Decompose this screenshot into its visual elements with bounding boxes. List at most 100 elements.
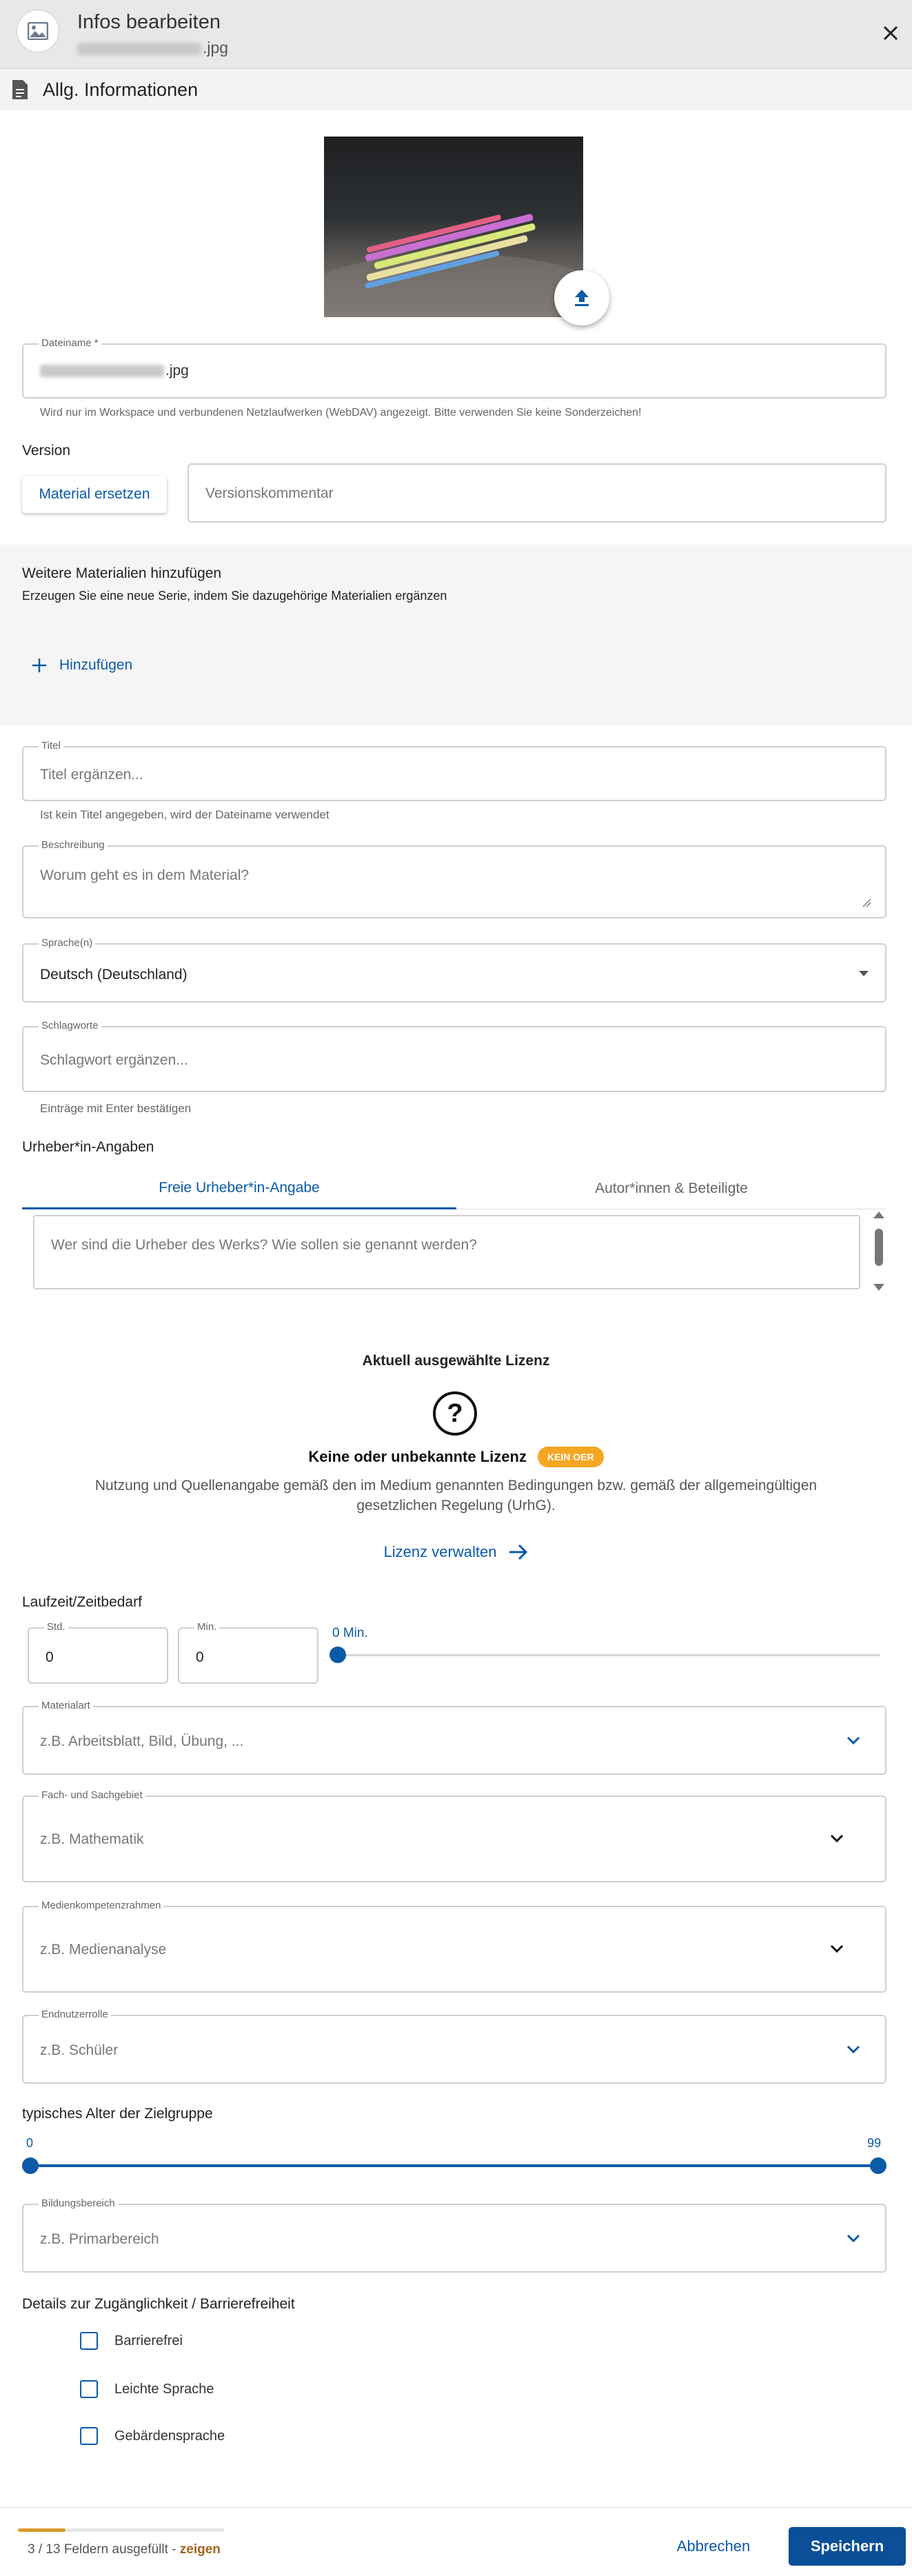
close-button[interactable]	[877, 19, 904, 47]
filename-hint: Wird nur im Workspace und verbundenen Ne…	[40, 407, 642, 419]
education-level-label: Bildungsbereich	[39, 2197, 118, 2209]
resize-handle-icon[interactable]	[862, 898, 871, 907]
checkbox-barrierefrei[interactable]: Barrierefrei	[80, 2332, 183, 2350]
checkbox-box[interactable]	[80, 2427, 98, 2445]
license-badge: KEIN OER	[537, 1447, 604, 1467]
minutes-input[interactable]: Min. 0	[178, 1621, 318, 1684]
accessibility-heading: Details zur Zugänglichkeit / Barrierefre…	[22, 2296, 295, 2312]
chevron-down-icon	[830, 1834, 844, 1842]
checkbox-label: Barrierefrei	[114, 2333, 183, 2348]
subject-label: Fach- und Sachgebiet	[39, 1789, 145, 1801]
upload-button[interactable]	[554, 270, 609, 325]
filename-input[interactable]: .jpg	[40, 363, 189, 379]
media-competence-label: Medienkompetenzrahmen	[39, 1900, 164, 1911]
document-icon	[12, 80, 28, 99]
keywords-label: Schlagworte	[39, 1020, 101, 1032]
checkbox-label: Gebärdensprache	[114, 2428, 225, 2444]
age-slider-max-handle[interactable]	[870, 2157, 886, 2174]
upload-icon	[575, 290, 589, 306]
progress-show-link[interactable]: zeigen	[180, 2542, 221, 2557]
end-user-role-label: Endnutzerrolle	[39, 2009, 111, 2020]
checkbox-box[interactable]	[80, 2380, 98, 2398]
author-heading: Urheber*in-Angaben	[22, 1139, 154, 1155]
keywords-hint: Einträge mit Enter bestätigen	[40, 1102, 192, 1115]
duration-heading: Laufzeit/Zeitbedarf	[22, 1594, 142, 1610]
license-description: Nutzung und Quellenangabe gemäß den im M…	[94, 1478, 818, 1514]
chevron-down-icon	[847, 1736, 860, 1744]
description-label: Beschreibung	[39, 839, 108, 851]
progress-text: 3 / 13 Feldern ausgefüllt - zeigen	[28, 2542, 221, 2557]
license-heading: Aktuell ausgewählte Lizenz	[362, 1353, 550, 1369]
tab-authors-contributors[interactable]: Autor*innen & Beteiligte	[456, 1168, 886, 1209]
age-max-label: 99	[867, 2136, 882, 2150]
version-heading: Version	[22, 443, 71, 459]
hours-input[interactable]: Std. 0	[28, 1621, 168, 1684]
close-icon	[883, 26, 898, 41]
material-type-label: Materialart	[39, 1700, 93, 1711]
age-slider-min-handle[interactable]	[22, 2157, 39, 2174]
education-level-placeholder: z.B. Primarbereich	[40, 2231, 159, 2247]
license-name-row: Keine oder unbekannte Lizenz KEIN OER	[0, 1447, 912, 1467]
title-hint: Ist kein Titel angegeben, wird der Datei…	[40, 808, 330, 821]
language-label: Sprache(n)	[39, 937, 96, 949]
manage-license-label: Lizenz verwalten	[383, 1543, 497, 1560]
manage-license-link[interactable]: Lizenz verwalten	[0, 1543, 912, 1561]
title-label: Titel	[39, 740, 63, 752]
age-slider-track[interactable]	[30, 2164, 880, 2167]
checkbox-gebaerdensprache[interactable]: Gebärdensprache	[80, 2427, 225, 2445]
caret-down-icon	[859, 971, 869, 976]
tab-authors-contributors-label: Autor*innen & Beteiligte	[595, 1180, 748, 1196]
scroll-down-icon	[873, 1284, 884, 1291]
media-competence-select[interactable]: Medienkompetenzrahmen z.B. Medienanalyse	[22, 1900, 886, 1993]
chevron-down-icon	[847, 2234, 860, 2242]
chevron-down-icon	[847, 2045, 860, 2053]
keywords-field[interactable]: Schlagworte Schlagwort ergänzen...	[22, 1020, 886, 1092]
add-material-button[interactable]: Hinzufügen	[32, 654, 132, 677]
section-title: Allg. Informationen	[43, 79, 199, 100]
tab-free-author[interactable]: Freie Urheber*in-Angabe	[22, 1168, 456, 1209]
replace-material-button[interactable]: Material ersetzen	[22, 476, 167, 513]
description-placeholder: Worum geht es in dem Material?	[40, 867, 250, 883]
question-icon: ?	[433, 1391, 477, 1436]
license-name: Keine oder unbekannte Lizenz	[308, 1448, 527, 1465]
scrollbar[interactable]	[873, 1211, 885, 1291]
duration-slider-track[interactable]	[338, 1654, 880, 1656]
cancel-button[interactable]: Abbrechen	[662, 2528, 765, 2564]
dialog-footer: 3 / 13 Feldern ausgefüllt - zeigen Abbre…	[0, 2507, 912, 2576]
title-placeholder: Titel ergänzen...	[40, 767, 143, 783]
end-user-role-select[interactable]: Endnutzerrolle z.B. Schüler	[22, 2009, 886, 2084]
dialog-header: Infos bearbeiten .jpg	[0, 0, 912, 69]
material-type-placeholder: z.B. Arbeitsblatt, Bild, Übung, ...	[40, 1733, 244, 1749]
subject-placeholder: z.B. Mathematik	[40, 1831, 144, 1847]
scroll-up-icon	[873, 1211, 884, 1218]
progress-track	[18, 2528, 225, 2532]
plus-icon	[32, 658, 46, 672]
section-header: Allg. Informationen	[0, 69, 912, 110]
age-min-label: 0	[26, 2136, 34, 2150]
save-button[interactable]: Speichern	[789, 2527, 906, 2566]
arrow-right-icon	[509, 1544, 528, 1560]
keywords-placeholder: Schlagwort ergänzen...	[40, 1052, 188, 1068]
version-comment-input[interactable]: Versionskommentar	[188, 463, 886, 523]
subject-select[interactable]: Fach- und Sachgebiet z.B. Mathematik	[22, 1789, 886, 1882]
checkbox-leichte-sprache[interactable]: Leichte Sprache	[80, 2380, 214, 2398]
duration-slider-handle[interactable]	[330, 1647, 346, 1663]
minutes-value: 0	[196, 1649, 204, 1665]
education-level-select[interactable]: Bildungsbereich z.B. Primarbereich	[22, 2197, 886, 2273]
add-material-label: Hinzufügen	[59, 657, 133, 673]
filename-label: Dateiname *	[39, 337, 101, 349]
title-field[interactable]: Titel Titel ergänzen...	[22, 740, 886, 801]
material-type-select[interactable]: Materialart z.B. Arbeitsblatt, Bild, Übu…	[22, 1700, 886, 1775]
minutes-label: Min.	[194, 1621, 220, 1633]
description-field[interactable]: Beschreibung Worum geht es in dem Materi…	[22, 839, 886, 918]
dialog-filename: .jpg	[77, 39, 228, 57]
author-textarea[interactable]: Wer sind die Urheber des Werks? Wie soll…	[33, 1215, 860, 1289]
checkbox-label: Leichte Sprache	[114, 2381, 214, 2397]
hours-label: Std.	[44, 1621, 68, 1633]
tab-free-author-label: Freie Urheber*in-Angabe	[159, 1179, 320, 1196]
filename-field[interactable]: Dateiname * .jpg	[22, 337, 886, 399]
language-select[interactable]: Sprache(n) Deutsch (Deutschland)	[22, 937, 886, 1003]
dialog-title: Infos bearbeiten	[77, 11, 221, 33]
checkbox-box[interactable]	[80, 2332, 98, 2350]
scrollbar-thumb[interactable]	[875, 1229, 883, 1266]
